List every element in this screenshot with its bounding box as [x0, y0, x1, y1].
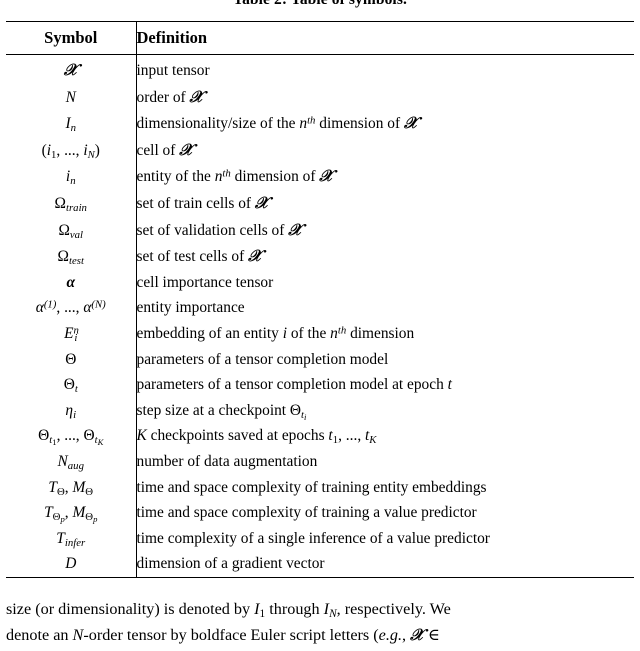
body-line-2: denote an N-order tensor by boldface Eul…	[6, 625, 440, 644]
table-row: TΘ, MΘ time and space complexity of trai…	[6, 474, 634, 501]
table-row: N order of 𝒳	[6, 83, 634, 111]
definition-cell: time and space complexity of training en…	[136, 478, 487, 496]
definition-cell: set of test cells of 𝒳	[136, 246, 262, 266]
symbol-cell: Ωval	[6, 216, 137, 244]
table-row: Θ parameters of a tensor completion mode…	[6, 346, 634, 373]
table-row: TΘp, MΘp time and space complexity of tr…	[6, 500, 634, 526]
table-row: α(1), ..., α(N) entity importance	[6, 295, 634, 321]
definition-cell: step size at a checkpoint Θti	[136, 401, 307, 422]
table-row: in entity of the nth dimension of 𝒳	[6, 163, 634, 190]
table-bottom-rule	[6, 576, 634, 578]
symbol-cell: Ωtrain	[6, 189, 137, 217]
definition-cell: number of data augmentation	[136, 452, 318, 470]
symbol-cell: (i1, ..., iN)	[6, 136, 137, 164]
symbol-cell: Θt	[6, 372, 137, 398]
symbol-cell: Θt1, ..., ΘtK	[6, 423, 137, 449]
table-row: Θt parameters of a tensor completion mod…	[6, 372, 634, 398]
table-row: (i1, ..., iN) cell of 𝒳	[6, 136, 634, 164]
definition-cell: set of train cells of 𝒳	[136, 192, 269, 212]
column-header-definition: Definition	[136, 28, 208, 47]
symbol-cell: D	[6, 551, 137, 577]
definition-cell: K checkpoints saved at epochs t1, ..., t…	[136, 427, 377, 447]
symbols-table: Symbol Definition 𝒳 input tensor N order…	[6, 21, 634, 578]
table-row: 𝒳 input tensor	[6, 55, 634, 84]
definition-cell: parameters of a tensor completion model …	[136, 376, 452, 394]
definition-cell: time and space complexity of training a …	[136, 504, 477, 522]
definition-cell: input tensor	[136, 62, 210, 79]
column-header-symbol: Symbol	[6, 22, 137, 54]
table-grid: Symbol Definition	[6, 22, 634, 54]
symbol-cell: Ωtest	[6, 243, 137, 270]
definition-cell: dimensionality/size of the nth dimension…	[136, 113, 418, 133]
table-row: Θt1, ..., ΘtK K checkpoints saved at epo…	[6, 423, 634, 449]
definition-cell: cell of 𝒳	[136, 139, 194, 159]
symbol-cell: in	[6, 163, 137, 190]
symbol-cell: Tinfer	[6, 525, 137, 552]
symbol-cell: N	[6, 83, 137, 111]
definition-cell: set of validation cells of 𝒳	[136, 219, 303, 239]
definition-cell: parameters of a tensor completion model	[136, 350, 389, 368]
table-row: Ωtrain set of train cells of 𝒳	[6, 189, 634, 217]
table-row: Ωtest set of test cells of 𝒳	[6, 243, 634, 270]
definition-cell: embedding of an entity i of the nth dime…	[136, 324, 415, 342]
table-row: In dimensionality/size of the nth dimens…	[6, 110, 634, 137]
body-line-1: size (or dimensionality) is denoted by I…	[6, 600, 451, 620]
symbol-cell: ηi	[6, 397, 137, 424]
symbol-cell: Naug	[6, 448, 137, 475]
table-row: Eni embedding of an entity i of the nth …	[6, 320, 634, 347]
symbol-cell: α	[6, 269, 137, 296]
definition-cell: entity importance	[136, 299, 245, 317]
definition-cell: cell importance tensor	[136, 273, 274, 291]
symbol-cell: TΘp, MΘp	[6, 500, 137, 526]
table-row: ηi step size at a checkpoint Θti	[6, 397, 634, 424]
table-header-row: Symbol Definition	[6, 22, 634, 54]
definition-cell: order of 𝒳	[136, 86, 204, 106]
symbol-cell: TΘ, MΘ	[6, 474, 137, 501]
table-body-grid: 𝒳 input tensor N order of 𝒳 In dimension…	[6, 55, 634, 577]
definition-cell: dimension of a gradient vector	[136, 555, 325, 573]
symbol-cell: Eni	[6, 320, 137, 347]
table-row: D dimension of a gradient vector	[6, 551, 634, 577]
table-caption: Table 2: Table of symbols.	[0, 0, 640, 9]
table-row: Ωval set of validation cells of 𝒳	[6, 216, 634, 244]
table-row: Tinfer time complexity of a single infer…	[6, 525, 634, 552]
symbol-cell: In	[6, 110, 137, 137]
symbol-cell: Θ	[6, 346, 137, 373]
symbol-cell: 𝒳	[6, 55, 137, 84]
body-paragraph: size (or dimensionality) is denoted by I…	[6, 596, 634, 648]
definition-cell: entity of the nth dimension of 𝒳	[136, 166, 334, 186]
definition-cell: time complexity of a single inference of…	[136, 529, 490, 547]
symbol-cell: α(1), ..., α(N)	[6, 295, 137, 321]
table-row: α cell importance tensor	[6, 269, 634, 296]
table-row: Naug number of data augmentation	[6, 448, 634, 475]
